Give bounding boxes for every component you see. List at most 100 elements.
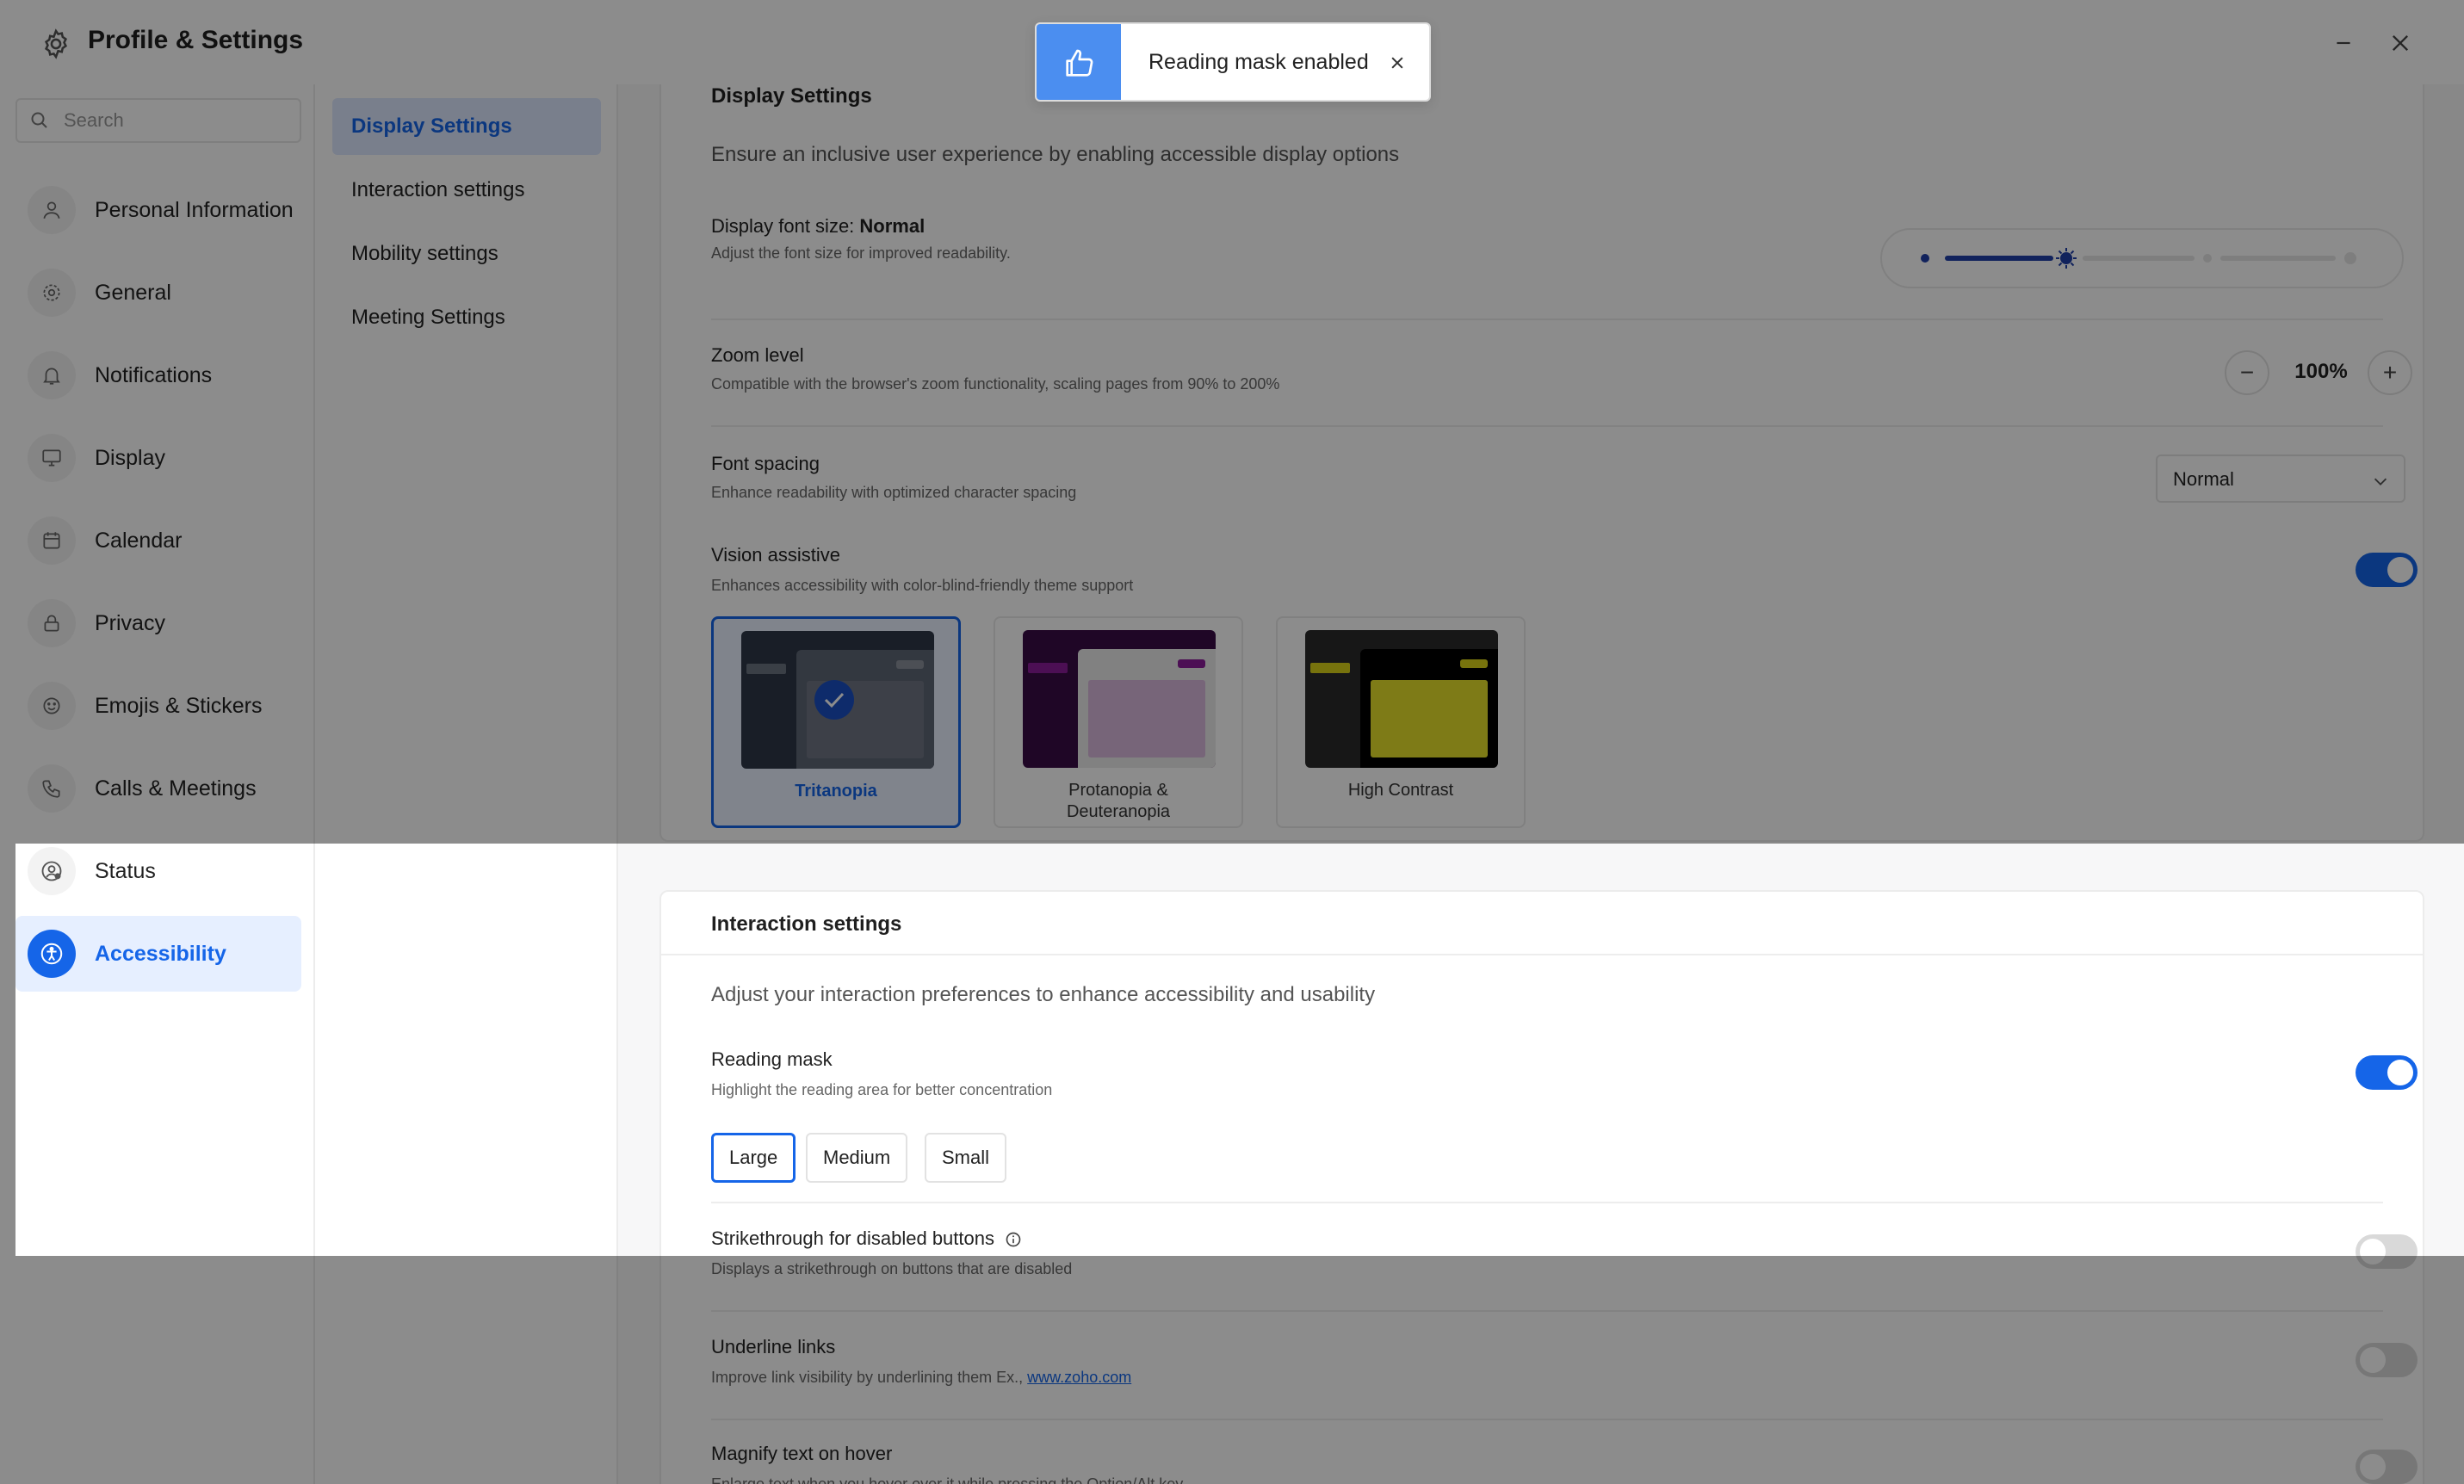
section-title: Display Settings — [711, 84, 872, 108]
chevron-down-icon — [2374, 478, 2387, 485]
subnav-interaction-settings[interactable]: Interaction settings — [332, 162, 601, 219]
section-title: Interaction settings — [711, 912, 902, 936]
zoom-out-button[interactable]: − — [2225, 350, 2269, 395]
sidebar-item-privacy[interactable]: Privacy — [15, 585, 301, 661]
calendar-icon — [28, 516, 76, 565]
theme-protanopia-deuteranopia[interactable]: Protanopia & Deuteranopia — [994, 616, 1243, 828]
sidebar-item-personal-information[interactable]: Personal Information — [15, 172, 301, 248]
monitor-icon — [28, 434, 76, 482]
thumbs-up-icon — [1066, 49, 1093, 77]
theme-name: Protanopia & Deuteranopia — [995, 780, 1241, 823]
tritanopia-preview — [741, 631, 934, 769]
sidebar-item-status[interactable]: Status — [15, 833, 301, 909]
reading-mask-size-large[interactable]: Large — [711, 1133, 796, 1183]
divider — [711, 1419, 2383, 1420]
vision-assistive-subtitle: Enhances accessibility with color-blind-… — [711, 577, 1134, 594]
sidebar-item-calls-meetings[interactable]: Calls & Meetings — [15, 751, 301, 826]
subnav-mobility-settings[interactable]: Mobility settings — [332, 226, 601, 282]
font-size-label: Display font size: — [711, 215, 855, 237]
app-window: Profile & Settings Personal Information … — [0, 0, 2464, 1484]
close-icon — [2393, 35, 2408, 51]
font-spacing-subtitle: Enhance readability with optimized chara… — [711, 484, 1077, 501]
magnify-text-subtitle: Enlarge text when you hover over it whil… — [711, 1475, 1184, 1484]
sidebar-item-label: Accessibility — [95, 941, 226, 966]
underline-links-title: Underline links — [711, 1336, 836, 1357]
sidebar-item-label: Personal Information — [95, 197, 294, 222]
gear-icon — [40, 28, 72, 60]
sidebar-item-notifications[interactable]: Notifications — [15, 337, 301, 413]
user-status-icon — [28, 847, 76, 895]
section-description: Adjust your interaction preferences to e… — [711, 983, 1376, 1006]
zoom-in-button[interactable]: + — [2368, 350, 2412, 395]
sidebar-item-label: Emojis & Stickers — [95, 693, 263, 718]
toggle-knob — [2360, 1347, 2386, 1373]
font-size-subtitle: Adjust the font size for improved readab… — [711, 244, 1011, 262]
sidebar-item-accessibility[interactable]: Accessibility — [15, 916, 301, 992]
sidebar-item-label: Calls & Meetings — [95, 776, 257, 801]
reading-mask-toggle[interactable] — [2356, 1055, 2418, 1090]
info-icon[interactable] — [1005, 1231, 1022, 1248]
subnav-display-settings[interactable]: Display Settings — [332, 98, 601, 155]
subnav-meeting-settings[interactable]: Meeting Settings — [332, 289, 601, 346]
bell-icon — [28, 351, 76, 399]
section-description: Ensure an inclusive user experience by e… — [711, 143, 1400, 166]
reading-mask-subtitle: Highlight the reading area for better co… — [711, 1081, 1053, 1098]
divider — [711, 1202, 2383, 1203]
zoom-value: 100% — [2294, 360, 2348, 383]
accessibility-subnav: Display Settings Interaction settings Mo… — [315, 84, 618, 1484]
vision-assistive-title: Vision assistive — [711, 544, 840, 566]
theme-name-line1: Protanopia & — [1068, 781, 1168, 800]
search-icon — [31, 112, 47, 128]
divider — [661, 954, 2423, 955]
high-contrast-preview — [1305, 630, 1498, 768]
settings-content: Display Settings Ensure an inclusive use… — [618, 84, 2464, 1484]
zoom-title: Zoom level — [711, 344, 804, 366]
underline-links-text: Improve link visibility by underlining t… — [711, 1369, 1024, 1386]
theme-name: Tritanopia — [795, 782, 877, 801]
font-size-slider[interactable] — [1880, 228, 2404, 288]
sidebar-item-emojis-stickers[interactable]: Emojis & Stickers — [15, 668, 301, 744]
search-box — [15, 98, 301, 143]
protanopia-preview — [1023, 630, 1216, 768]
underline-links-toggle[interactable] — [2356, 1343, 2418, 1377]
theme-tritanopia[interactable]: Tritanopia — [711, 616, 961, 828]
strikethrough-toggle[interactable] — [2356, 1234, 2418, 1269]
sidebar-item-calendar[interactable]: Calendar — [15, 503, 301, 578]
magnify-text-toggle[interactable] — [2356, 1450, 2418, 1484]
toast-close-button[interactable] — [1384, 50, 1410, 76]
divider — [711, 1310, 2383, 1312]
close-window-button[interactable] — [2381, 24, 2419, 62]
minimize-button[interactable] — [2325, 24, 2362, 62]
toast-icon-area — [1037, 24, 1121, 100]
toast-message: Reading mask enabled — [1148, 50, 1369, 74]
reading-mask-size-small[interactable]: Small — [925, 1133, 1007, 1183]
gear-icon — [28, 269, 76, 317]
theme-name-line2: Deuteranopia — [1066, 802, 1171, 821]
example-link[interactable]: www.zoho.com — [1027, 1369, 1131, 1386]
sidebar-item-label: Calendar — [95, 528, 183, 553]
close-icon — [1391, 57, 1403, 69]
sidebar-item-label: Notifications — [95, 362, 213, 387]
strikethrough-title: Strikethrough for disabled buttons — [711, 1227, 1022, 1250]
font-spacing-select[interactable]: Normal — [2156, 454, 2405, 503]
accessibility-icon — [28, 930, 76, 978]
person-icon — [28, 186, 76, 234]
reading-mask-size-medium[interactable]: Medium — [806, 1133, 908, 1183]
search-input[interactable] — [64, 107, 288, 134]
theme-high-contrast[interactable]: High Contrast — [1276, 616, 1526, 828]
strikethrough-subtitle: Displays a strikethrough on buttons that… — [711, 1260, 1073, 1277]
check-icon — [814, 680, 854, 720]
reading-mask-title: Reading mask — [711, 1048, 833, 1070]
sidebar-item-label: General — [95, 280, 171, 305]
sidebar-item-general[interactable]: General — [15, 255, 301, 331]
vision-assistive-toggle[interactable] — [2356, 553, 2418, 587]
toggle-knob — [2387, 1060, 2413, 1085]
phone-icon — [28, 764, 76, 813]
font-spacing-value: Normal — [2173, 468, 2234, 490]
sidebar-item-display[interactable]: Display — [15, 420, 301, 496]
theme-name: High Contrast — [1347, 781, 1454, 800]
underline-links-subtitle: Improve link visibility by underlining t… — [711, 1369, 1131, 1387]
toggle-knob — [2387, 557, 2413, 583]
window-title: Profile & Settings — [88, 26, 304, 54]
settings-sidebar: Personal Information General Notificatio… — [0, 84, 315, 1484]
